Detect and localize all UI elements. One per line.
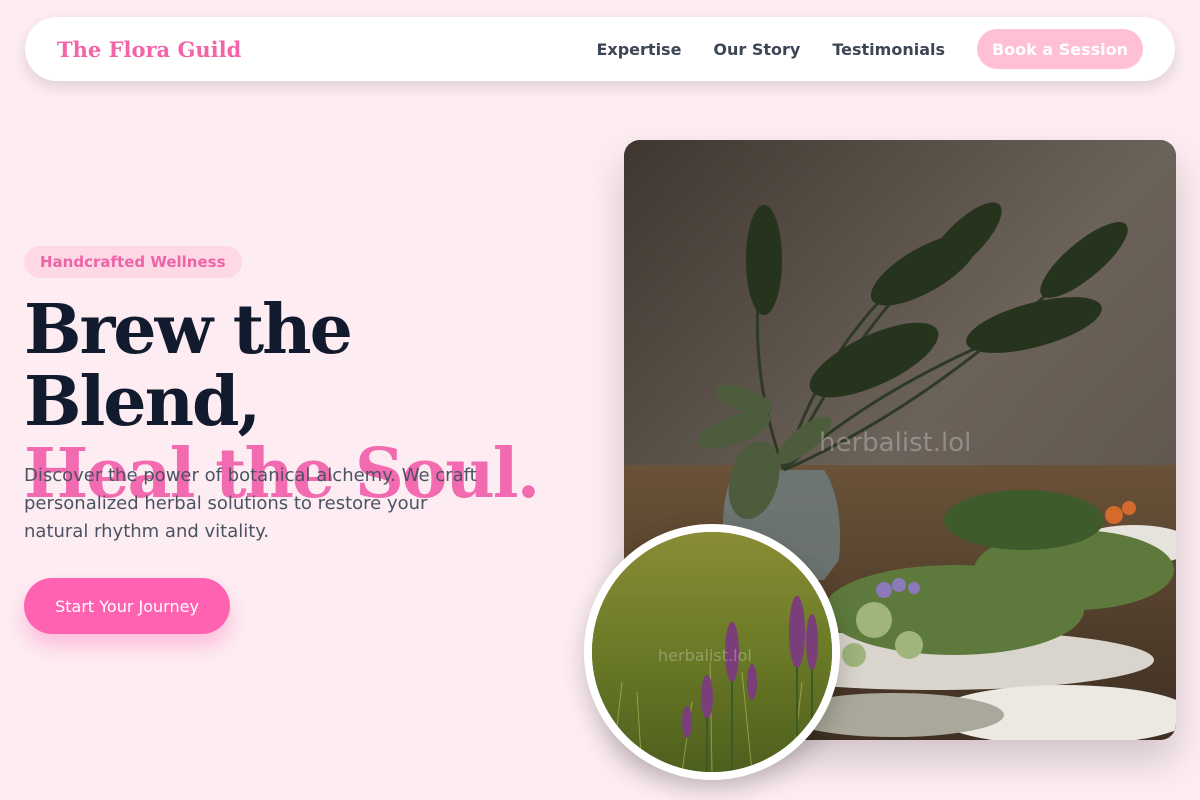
brand-logo[interactable]: The Flora Guild — [57, 37, 241, 62]
nav-link-testimonials[interactable]: Testimonials — [832, 40, 945, 59]
nav-link-our-story[interactable]: Our Story — [713, 40, 800, 59]
nav-links: Expertise Our Story Testimonials Book a … — [596, 29, 1143, 69]
lavender-field-illustration — [592, 532, 832, 772]
start-journey-button[interactable]: Start Your Journey — [24, 578, 230, 634]
nav-link-expertise[interactable]: Expertise — [596, 40, 681, 59]
navbar: The Flora Guild Expertise Our Story Test… — [25, 17, 1175, 81]
hero-title-line1: Brew the Blend, — [24, 290, 353, 442]
hero-description: Discover the power of botanical alchemy.… — [24, 465, 477, 542]
book-session-button[interactable]: Book a Session — [977, 29, 1143, 69]
hero-badge: Handcrafted Wellness — [24, 246, 242, 278]
lavender-field-photo: herbalist.lol — [584, 524, 840, 780]
